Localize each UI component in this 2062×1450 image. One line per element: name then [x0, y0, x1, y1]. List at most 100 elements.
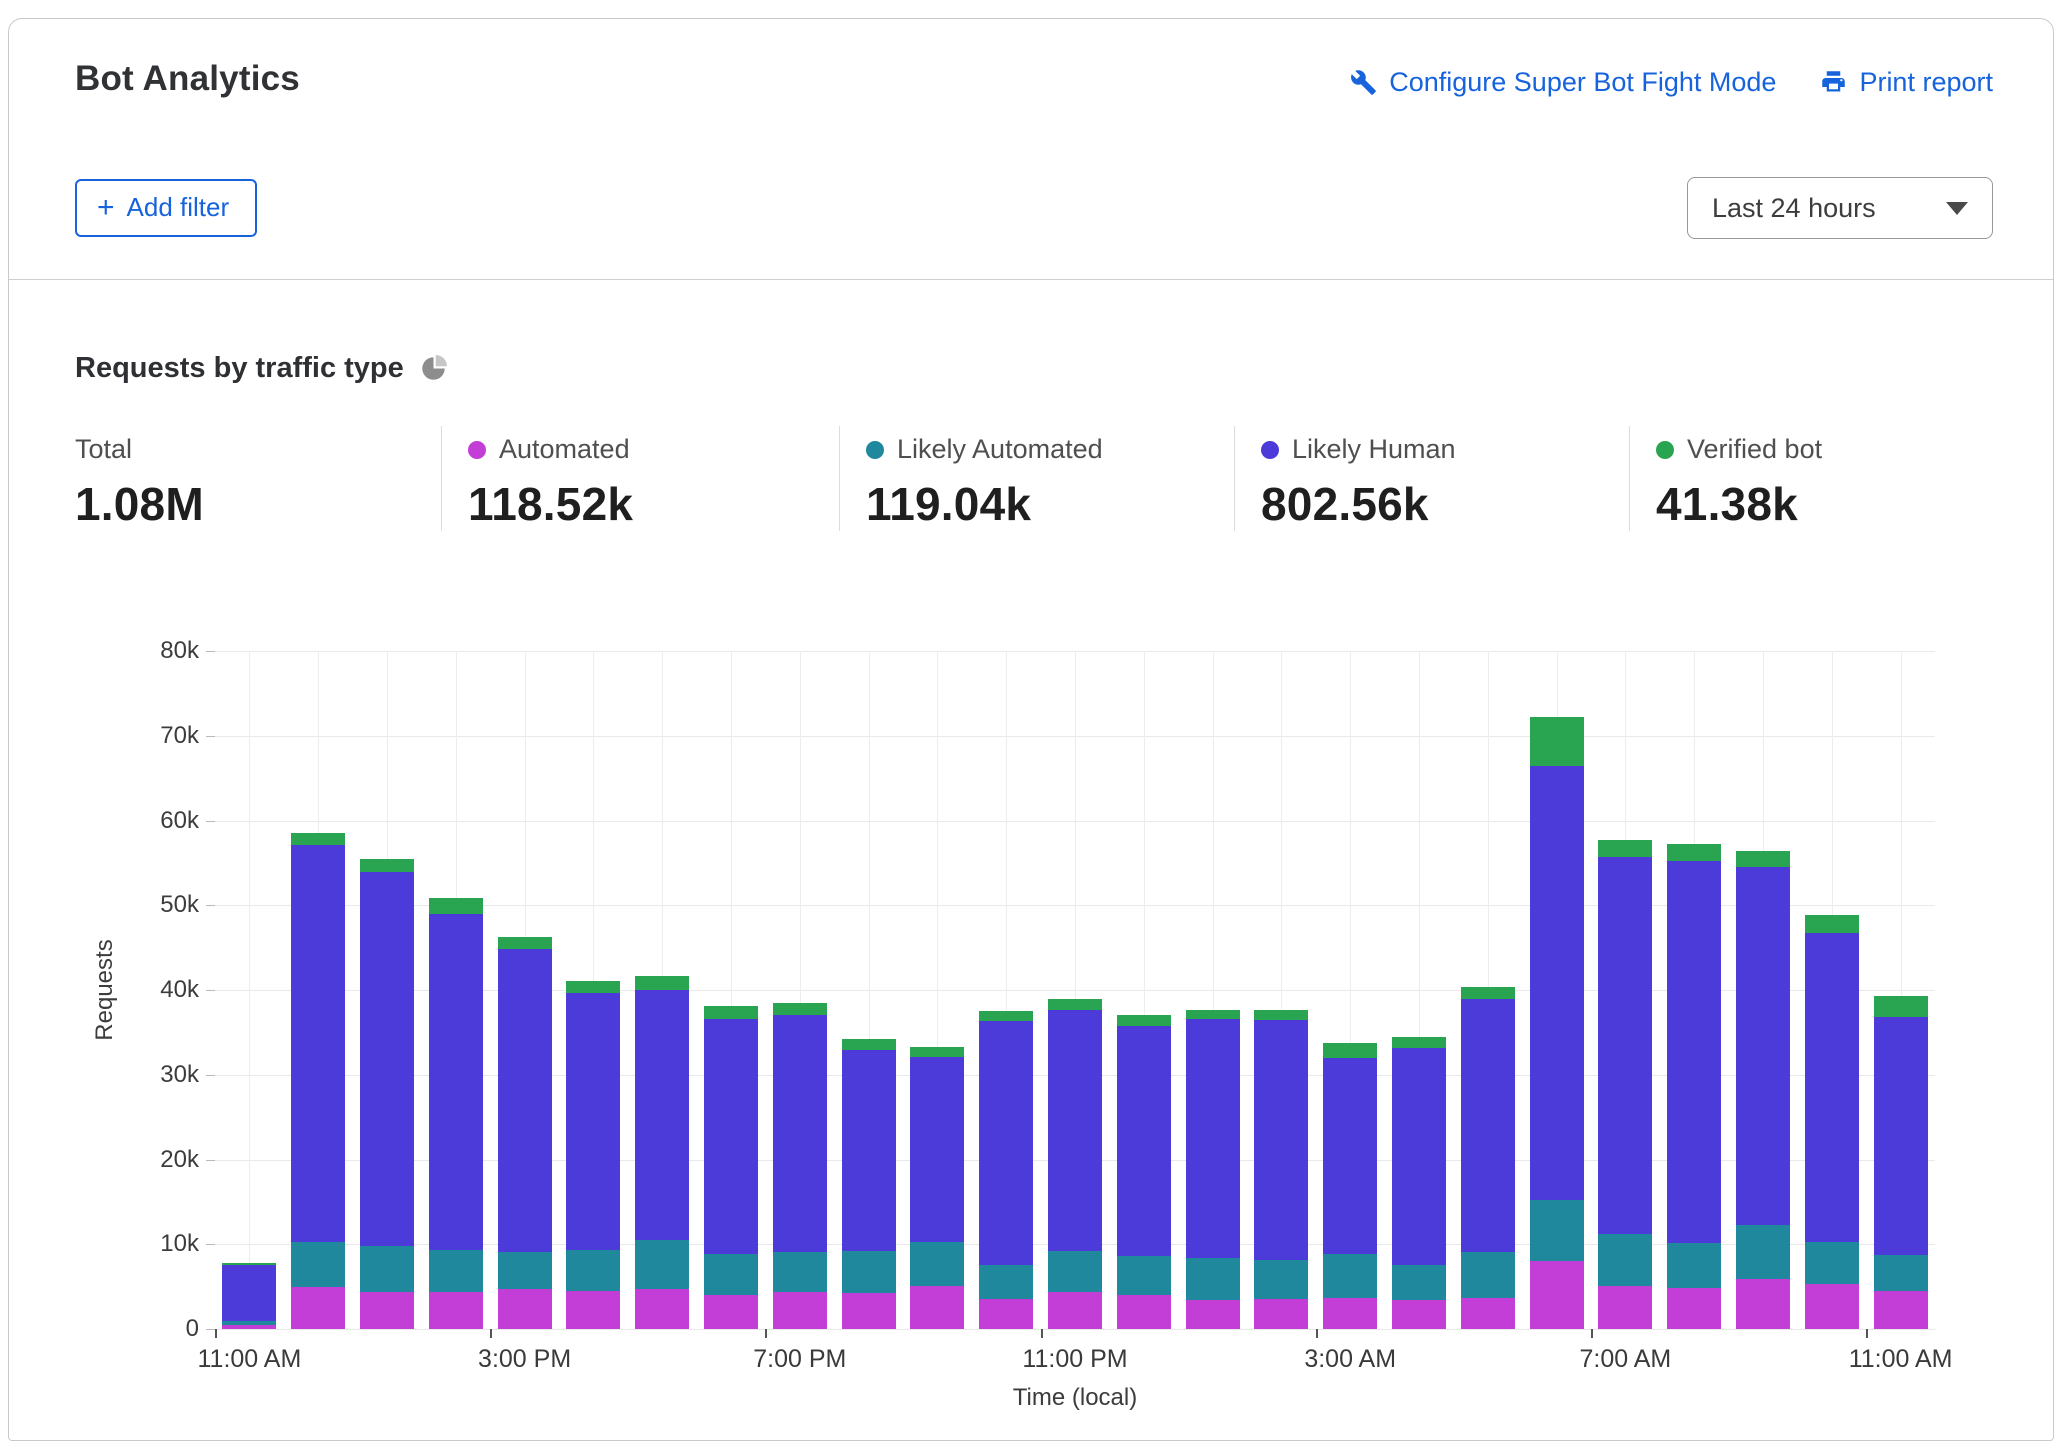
stat-likely-human-value: 802.56k	[1261, 477, 1629, 531]
x-axis-title: Time (local)	[215, 1384, 1935, 1412]
bar-4:00 AM-automated	[1392, 1300, 1446, 1329]
bar-2:00 PM-likely-automated	[429, 1250, 483, 1292]
bar-3:00 AM-automated	[1323, 1298, 1377, 1329]
y-tick-mark	[206, 736, 215, 737]
bar-8:00 AM-likely-human	[1667, 861, 1721, 1242]
likely-human-legend-dot	[1261, 441, 1279, 459]
bar-11:00 PM-likely-automated	[1048, 1251, 1102, 1292]
card-header: Bot Analytics Configure Super Bot Fight …	[9, 19, 2053, 280]
bar-3:00 PM-likely-automated	[498, 1252, 552, 1289]
bar-2:00 PM-likely-human	[429, 914, 483, 1250]
y-tick-label: 0	[186, 1315, 199, 1343]
y-tick-label: 40k	[160, 976, 199, 1004]
bar-5:00 AM-likely-human	[1461, 999, 1515, 1252]
bar-9:00 AM-automated	[1736, 1279, 1790, 1329]
bar-7:00 AM-likely-human	[1598, 857, 1652, 1234]
bar-2:00 AM-likely-human	[1254, 1020, 1308, 1261]
stat-verified-bot-value: 41.38k	[1656, 477, 1993, 531]
bar-10:00 PM-likely-human	[979, 1021, 1033, 1264]
stat-automated[interactable]: Automated 118.52k	[441, 426, 839, 531]
automated-legend-dot	[468, 441, 486, 459]
bar-11:00 PM-likely-human	[1048, 1010, 1102, 1251]
y-tick-label: 20k	[160, 1146, 199, 1174]
bar-7:00 PM-verified-bot	[773, 1003, 827, 1016]
bar-2:00 AM-automated	[1254, 1299, 1308, 1330]
bar-11:00 AM-likely-human	[222, 1265, 276, 1322]
y-tick-label: 60k	[160, 807, 199, 835]
bar-4:00 AM-likely-automated	[1392, 1265, 1446, 1301]
x-tick-mark	[1591, 1329, 1593, 1338]
bar-9:00 AM-likely-automated	[1736, 1225, 1790, 1279]
bar-11:00 AM-verified-bot	[1874, 996, 1928, 1017]
bar-5:00 AM-automated	[1461, 1298, 1515, 1329]
bar-11:00 PM-automated	[1048, 1292, 1102, 1329]
y-tick-label: 30k	[160, 1061, 199, 1089]
bar-4:00 PM-verified-bot	[566, 981, 620, 994]
bar-10:00 AM-likely-automated	[1805, 1242, 1859, 1284]
x-tick-label: 3:00 AM	[1304, 1345, 1396, 1374]
x-tick-label: 11:00 AM	[1849, 1345, 1953, 1374]
bar-6:00 AM-likely-human	[1530, 766, 1584, 1200]
bar-2:00 AM-verified-bot	[1254, 1010, 1308, 1020]
verified-bot-legend-dot	[1656, 441, 1674, 459]
bar-7:00 PM-automated	[773, 1292, 827, 1329]
section-title: Requests by traffic type	[75, 352, 404, 385]
bar-3:00 AM-likely-human	[1323, 1058, 1377, 1254]
stat-total-label: Total	[75, 434, 132, 465]
bar-9:00 PM-likely-human	[910, 1057, 964, 1242]
x-tick-mark	[1041, 1329, 1043, 1338]
x-tick-mark	[1866, 1329, 1868, 1338]
page-title: Bot Analytics	[75, 59, 300, 99]
bar-2:00 PM-automated	[429, 1292, 483, 1329]
bar-3:00 AM-likely-automated	[1323, 1254, 1377, 1298]
filter-row: + Add filter Last 24 hours	[75, 177, 1993, 239]
time-range-select[interactable]: Last 24 hours	[1687, 177, 1993, 239]
bar-11:00 AM-verified-bot	[222, 1263, 276, 1265]
bar-11:00 AM-likely-automated	[222, 1321, 276, 1325]
stat-likely-automated-value: 119.04k	[866, 477, 1234, 531]
stat-total: Total 1.08M	[75, 426, 441, 531]
stat-verified-bot[interactable]: Verified bot 41.38k	[1629, 426, 1993, 531]
bar-5:00 AM-verified-bot	[1461, 987, 1515, 999]
y-tick-label: 10k	[160, 1230, 199, 1258]
card-body: Requests by traffic type Total 1.08M Aut…	[9, 280, 2053, 1440]
stat-likely-automated-label: Likely Automated	[897, 434, 1103, 465]
bar-1:00 AM-automated	[1186, 1300, 1240, 1329]
print-report-link[interactable]: Print report	[1820, 67, 1993, 98]
bar-9:00 PM-verified-bot	[910, 1047, 964, 1057]
add-filter-button[interactable]: + Add filter	[75, 179, 257, 237]
x-tick-label: 11:00 PM	[1022, 1345, 1127, 1374]
bar-1:00 PM-verified-bot	[360, 859, 414, 873]
bar-7:00 PM-likely-automated	[773, 1252, 827, 1292]
y-tick-label: 50k	[160, 891, 199, 919]
bar-10:00 PM-automated	[979, 1299, 1033, 1329]
bar-10:00 AM-likely-human	[1805, 933, 1859, 1241]
bar-10:00 PM-likely-automated	[979, 1265, 1033, 1300]
bar-8:00 AM-automated	[1667, 1288, 1721, 1329]
header-links: Configure Super Bot Fight Mode Print rep…	[1350, 67, 1993, 98]
stat-likely-automated[interactable]: Likely Automated 119.04k	[839, 426, 1234, 531]
stat-likely-human[interactable]: Likely Human 802.56k	[1234, 426, 1629, 531]
bar-10:00 AM-automated	[1805, 1284, 1859, 1329]
bar-3:00 PM-verified-bot	[498, 937, 552, 950]
x-tick-label: 11:00 AM	[198, 1345, 302, 1374]
stats-row: Total 1.08M Automated 118.52k Likely Aut…	[75, 426, 1993, 531]
bar-6:00 PM-likely-automated	[704, 1254, 758, 1295]
y-tick-label: 70k	[160, 722, 199, 750]
bar-6:00 AM-automated	[1530, 1261, 1584, 1329]
y-tick-mark	[206, 1244, 215, 1245]
configure-super-bot-fight-mode-link[interactable]: Configure Super Bot Fight Mode	[1350, 67, 1776, 98]
x-tick-mark	[765, 1329, 767, 1338]
x-tick-mark	[490, 1329, 492, 1338]
stat-verified-bot-label: Verified bot	[1687, 434, 1822, 465]
y-tick-mark	[206, 1075, 215, 1076]
bar-5:00 PM-automated	[635, 1289, 689, 1329]
bar-4:00 PM-likely-human	[566, 993, 620, 1250]
bar-7:00 AM-verified-bot	[1598, 840, 1652, 857]
x-tick-label: 7:00 PM	[753, 1345, 846, 1374]
bar-3:00 PM-automated	[498, 1289, 552, 1329]
bot-analytics-card: Bot Analytics Configure Super Bot Fight …	[8, 18, 2054, 1441]
bar-4:00 PM-likely-automated	[566, 1250, 620, 1291]
x-tick-mark	[215, 1329, 217, 1338]
bar-12:00 AM-verified-bot	[1117, 1015, 1171, 1026]
